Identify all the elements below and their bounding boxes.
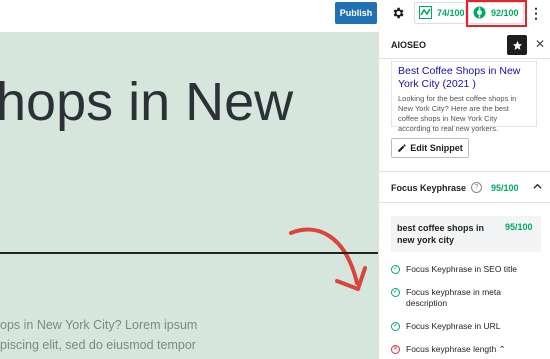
keyphrase-score: 95/100 [505, 222, 533, 232]
help-icon[interactable]: ? [471, 182, 482, 193]
pencil-icon [398, 144, 406, 152]
check-text: Focus Keyphrase in URL [406, 321, 501, 331]
check-text: Focus keyphrase in meta description [406, 287, 501, 308]
post-body[interactable]: ops in New York City? Lorem ipsum piscin… [0, 315, 378, 355]
snippet-title: Best Coffee Shops in New York City (2021… [398, 65, 521, 90]
check-item[interactable]: ✕ Focus keyphrase length ⌃ [391, 344, 541, 355]
check-item[interactable]: ✓ Focus Keyphrase in SEO title [391, 264, 541, 275]
truseo-score: 74/100 [437, 8, 465, 18]
chevron-up-icon[interactable] [533, 182, 542, 193]
check-circle-icon: ✓ [391, 288, 400, 297]
chevron-up-icon[interactable]: ⌃ [499, 344, 506, 354]
focus-keyphrase-label: Focus Keyphrase [391, 183, 467, 193]
close-icon[interactable]: ✕ [535, 37, 545, 51]
check-circle-icon: ✓ [391, 322, 400, 331]
sidebar-title: AIOSEO [391, 40, 427, 50]
body-line: ops in New York City? Lorem ipsum [0, 318, 198, 332]
check-text-label: Focus keyphrase length [406, 344, 497, 354]
check-item[interactable]: ✓ Focus keyphrase in meta description [391, 287, 541, 309]
truseo-score-button[interactable]: 74/100 [414, 2, 466, 24]
keyphrase-item[interactable]: best coffee shops in new york city 95/10… [391, 216, 541, 252]
check-text: Focus Keyphrase in SEO title [406, 264, 518, 274]
star-icon[interactable] [507, 35, 527, 55]
arrow-annotation [289, 227, 367, 291]
editor-canvas: hops in New ops in New York City? Lorem … [0, 32, 378, 359]
keyphrase-text: best coffee shops in new york city [397, 223, 485, 245]
focus-keyphrase-score: 95/100 [491, 183, 519, 193]
gear-icon[interactable] [389, 4, 407, 22]
publish-button[interactable]: Publish [335, 2, 377, 24]
kebab-icon[interactable]: ⋮ [529, 4, 543, 22]
body-line: piscing elit, sed do eiusmod tempor [0, 338, 196, 352]
aioseo-sidebar: AIOSEO ✕ Best Coffee Shops in New York C… [378, 31, 550, 359]
check-circle-icon: ✓ [391, 265, 400, 274]
focus-keyphrase-header[interactable]: Focus Keyphrase ? 95/100 [379, 171, 550, 203]
sidebar-header: AIOSEO ✕ [379, 31, 550, 59]
snippet-description: Looking for the best coffee shops in New… [398, 94, 517, 133]
truseo-logo-icon [419, 5, 432, 21]
search-snippet-preview: Best Coffee Shops in New York City (2021… [391, 61, 537, 133]
separator-line [0, 252, 378, 254]
editor-toolbar: Publish 74/100 92/100 ⋮ [0, 0, 550, 31]
highlight-frame [466, 0, 527, 27]
edit-snippet-label: Edit Snippet [410, 143, 463, 153]
check-text: Focus keyphrase length ⌃ [406, 344, 541, 355]
check-item[interactable]: ✓ Focus Keyphrase in URL [391, 321, 541, 332]
post-heading[interactable]: hops in New [0, 71, 293, 133]
error-circle-icon: ✕ [391, 345, 400, 354]
edit-snippet-button[interactable]: Edit Snippet [391, 138, 469, 158]
